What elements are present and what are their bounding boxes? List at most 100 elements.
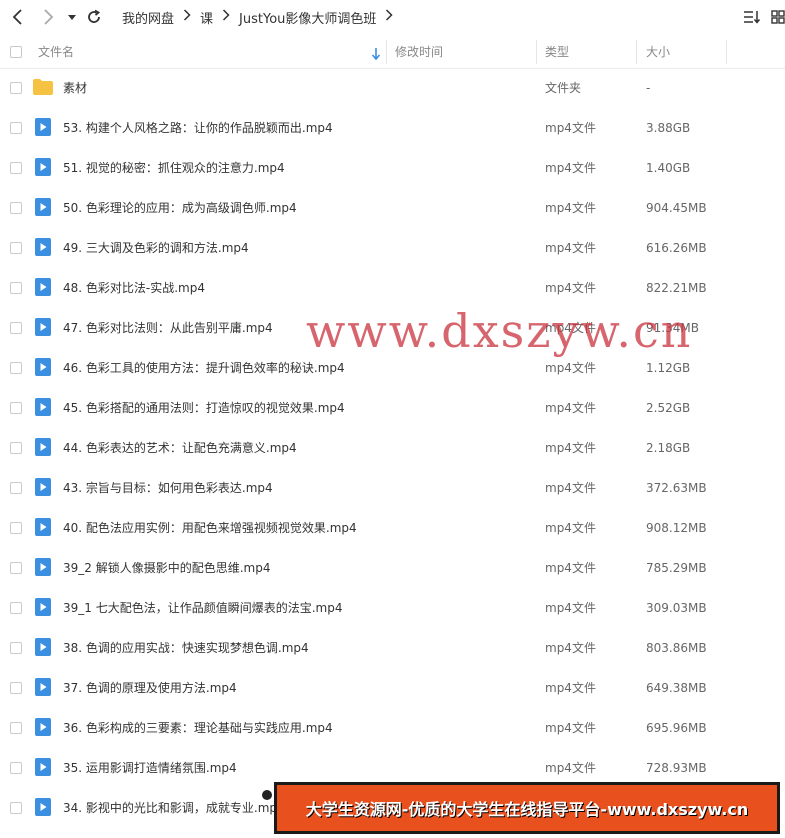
file-size: 309.03MB <box>646 601 707 615</box>
file-row[interactable]: 37. 色调的原理及使用方法.mp4 mp4文件 649.38MB <box>0 668 785 708</box>
file-size: 904.45MB <box>646 201 707 215</box>
file-name[interactable]: 素材 <box>63 68 87 108</box>
breadcrumb-item[interactable]: 我的网盘 <box>122 8 174 27</box>
file-row[interactable]: 43. 宗旨与目标：如何用色彩表达.mp4 mp4文件 372.63MB <box>0 468 785 508</box>
file-name[interactable]: 53. 构建个人风格之路：让你的作品脱颖而出.mp4 <box>63 108 333 148</box>
file-row[interactable]: 39_1 七大配色法，让作品颜值瞬间爆表的法宝.mp4 mp4文件 309.03MB <box>0 588 785 628</box>
folder-icon <box>33 78 53 96</box>
row-checkbox[interactable] <box>10 122 22 134</box>
sort-list-icon[interactable] <box>740 5 764 29</box>
row-checkbox[interactable] <box>10 242 22 254</box>
chevron-right-icon <box>385 9 393 25</box>
file-row[interactable]: 36. 色彩构成的三要素：理论基础与实践应用.mp4 mp4文件 695.96MB <box>0 708 785 748</box>
breadcrumb-item[interactable]: 课 <box>200 8 213 27</box>
video-file-icon <box>35 718 51 736</box>
file-row[interactable]: 49. 三大调及色彩的调和方法.mp4 mp4文件 616.26MB <box>0 228 785 268</box>
grid-view-icon[interactable] <box>766 5 785 29</box>
file-type: 文件夹 <box>545 81 582 95</box>
file-row[interactable]: 53. 构建个人风格之路：让你的作品脱颖而出.mp4 mp4文件 3.88GB <box>0 108 785 148</box>
file-row[interactable]: 38. 色调的应用实战：快速实现梦想色调.mp4 mp4文件 803.86MB <box>0 628 785 668</box>
file-row[interactable]: 39_2 解锁人像摄影中的配色思维.mp4 mp4文件 785.29MB <box>0 548 785 588</box>
caret-down-icon[interactable] <box>62 5 82 29</box>
column-header-size[interactable]: 大小 <box>646 36 670 68</box>
file-name[interactable]: 35. 运用影调打造情绪氛围.mp4 <box>63 748 237 788</box>
row-checkbox[interactable] <box>10 162 22 174</box>
row-checkbox[interactable] <box>10 682 22 694</box>
file-size: 372.63MB <box>646 481 707 495</box>
file-type: mp4文件 <box>545 201 596 215</box>
file-name[interactable]: 43. 宗旨与目标：如何用色彩表达.mp4 <box>63 468 273 508</box>
banner-dot <box>262 790 272 800</box>
file-type: mp4文件 <box>545 161 596 175</box>
column-header-type[interactable]: 类型 <box>545 36 569 68</box>
row-checkbox[interactable] <box>10 282 22 294</box>
file-name[interactable]: 51. 视觉的秘密：抓住观众的注意力.mp4 <box>63 148 285 188</box>
file-name[interactable]: 45. 色彩搭配的通用法则：打造惊叹的视觉效果.mp4 <box>63 388 345 428</box>
video-file-icon <box>35 118 51 136</box>
file-row[interactable]: 44. 色彩表达的艺术：让配色充满意义.mp4 mp4文件 2.18GB <box>0 428 785 468</box>
file-name[interactable]: 38. 色调的应用实战：快速实现梦想色调.mp4 <box>63 628 309 668</box>
promo-banner: 大学生资源网-优质的大学生在线指导平台-www.dxszyw.cn <box>274 782 780 834</box>
video-file-icon <box>35 678 51 696</box>
column-divider[interactable] <box>636 40 637 64</box>
row-checkbox[interactable] <box>10 482 22 494</box>
refresh-icon[interactable] <box>82 5 106 29</box>
file-row[interactable]: 40. 配色法应用实例：用配色来增强视频视觉效果.mp4 mp4文件 908.12M… <box>0 508 785 548</box>
file-name[interactable]: 40. 配色法应用实例：用配色来增强视频视觉效果.mp4 <box>63 508 357 548</box>
file-name[interactable]: 44. 色彩表达的艺术：让配色充满意义.mp4 <box>63 428 297 468</box>
video-file-icon <box>35 438 51 456</box>
video-file-icon <box>35 398 51 416</box>
file-row[interactable]: 51. 视觉的秘密：抓住观众的注意力.mp4 mp4文件 1.40GB <box>0 148 785 188</box>
file-row[interactable]: 48. 色彩对比法-实战.mp4 mp4文件 822.21MB <box>0 268 785 308</box>
row-checkbox[interactable] <box>10 602 22 614</box>
file-name[interactable]: 34. 影视中的光比和影调，成就专业.mp4 <box>63 788 285 828</box>
video-file-icon <box>35 358 51 376</box>
row-checkbox[interactable] <box>10 402 22 414</box>
chevron-right-icon <box>183 9 191 25</box>
column-header-name[interactable]: 文件名 <box>38 36 74 68</box>
video-file-icon <box>35 198 51 216</box>
file-type: mp4文件 <box>545 641 596 655</box>
file-type: mp4文件 <box>545 401 596 415</box>
sort-down-arrow-icon[interactable] <box>371 37 381 69</box>
breadcrumb-item[interactable]: JustYou影像大师调色班 <box>239 8 376 27</box>
file-type: mp4文件 <box>545 681 596 695</box>
file-name[interactable]: 49. 三大调及色彩的调和方法.mp4 <box>63 228 249 268</box>
column-divider[interactable] <box>536 40 537 64</box>
row-checkbox[interactable] <box>10 202 22 214</box>
file-name[interactable]: 46. 色彩工具的使用方法：提升调色效率的秘诀.mp4 <box>63 348 345 388</box>
file-type: mp4文件 <box>545 561 596 575</box>
select-all-checkbox[interactable] <box>10 46 22 58</box>
video-file-icon <box>35 598 51 616</box>
file-name[interactable]: 50. 色彩理论的应用：成为高级调色师.mp4 <box>63 188 297 228</box>
row-checkbox[interactable] <box>10 522 22 534</box>
chevron-left-icon[interactable] <box>6 5 30 29</box>
row-checkbox[interactable] <box>10 362 22 374</box>
file-name[interactable]: 48. 色彩对比法-实战.mp4 <box>63 268 205 308</box>
row-checkbox[interactable] <box>10 562 22 574</box>
file-name[interactable]: 47. 色彩对比法则：从此告别平庸.mp4 <box>63 308 273 348</box>
file-row[interactable]: 50. 色彩理论的应用：成为高级调色师.mp4 mp4文件 904.45MB <box>0 188 785 228</box>
row-checkbox[interactable] <box>10 442 22 454</box>
column-divider[interactable] <box>726 40 727 64</box>
video-file-icon <box>35 558 51 576</box>
chevron-right-icon[interactable] <box>36 5 60 29</box>
column-header-modified[interactable]: 修改时间 <box>395 36 443 68</box>
file-size: 908.12MB <box>646 521 707 535</box>
file-name[interactable]: 39_2 解锁人像摄影中的配色思维.mp4 <box>63 548 270 588</box>
file-name[interactable]: 37. 色调的原理及使用方法.mp4 <box>63 668 237 708</box>
file-row[interactable]: 45. 色彩搭配的通用法则：打造惊叹的视觉效果.mp4 mp4文件 2.52GB <box>0 388 785 428</box>
file-row[interactable]: 素材 文件夹 - <box>0 68 785 108</box>
column-divider[interactable] <box>386 40 387 64</box>
row-checkbox[interactable] <box>10 322 22 334</box>
file-name[interactable]: 36. 色彩构成的三要素：理论基础与实践应用.mp4 <box>63 708 333 748</box>
row-checkbox[interactable] <box>10 642 22 654</box>
file-size: 649.38MB <box>646 681 707 695</box>
file-name[interactable]: 39_1 七大配色法，让作品颜值瞬间爆表的法宝.mp4 <box>63 588 342 628</box>
row-checkbox[interactable] <box>10 82 22 94</box>
row-checkbox[interactable] <box>10 762 22 774</box>
row-checkbox[interactable] <box>10 722 22 734</box>
file-size: 616.26MB <box>646 241 707 255</box>
video-file-icon <box>35 638 51 656</box>
row-checkbox[interactable] <box>10 802 22 814</box>
